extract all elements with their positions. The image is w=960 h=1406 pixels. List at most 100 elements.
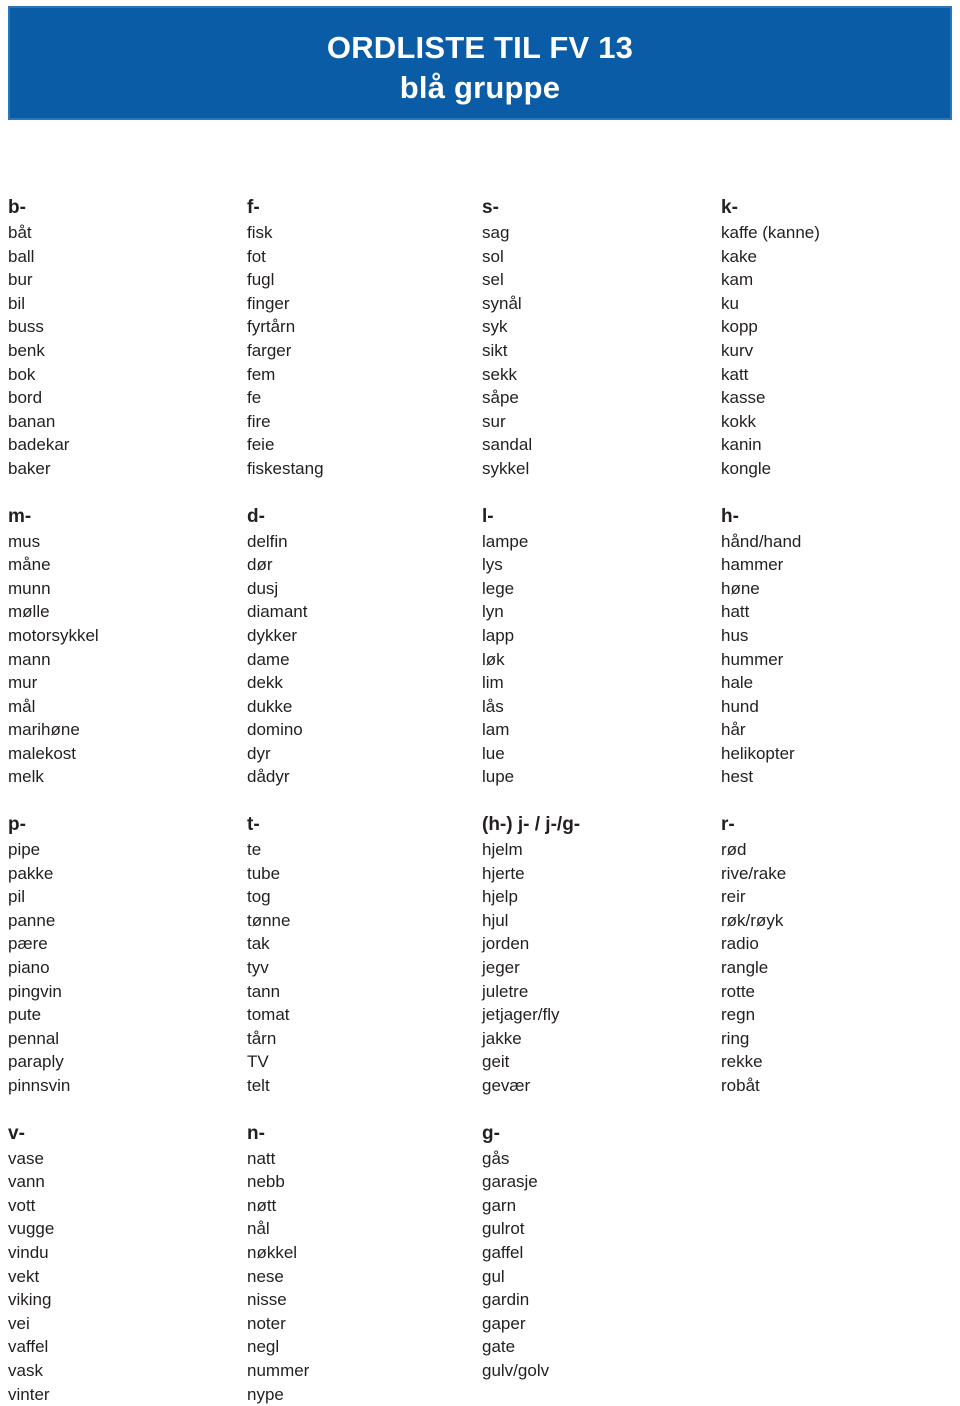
word-group-m: m-mus måne munn mølle motorsykkel mann mur mål m… xyxy=(0,505,235,790)
word-item: tog xyxy=(247,887,271,907)
word-item: nebb xyxy=(247,1172,285,1192)
word-item: fyrtårn xyxy=(247,317,296,337)
word-item: geit xyxy=(482,1052,510,1072)
word-item: natt xyxy=(247,1148,276,1168)
word-item: hest xyxy=(721,767,754,787)
word-item: kam xyxy=(721,270,754,290)
word-item: kanin xyxy=(721,435,762,455)
word-item: vott xyxy=(8,1195,36,1215)
word-item: kurv xyxy=(721,340,754,360)
word-item: garasje xyxy=(482,1172,538,1192)
word-item: fisk xyxy=(247,223,273,242)
word-item: delfin xyxy=(247,531,288,551)
word-item: ball xyxy=(8,246,35,266)
word-item: rød xyxy=(721,840,747,860)
word-item: sikt xyxy=(482,340,508,360)
word-item: ku xyxy=(721,293,739,313)
word-item: baker xyxy=(8,458,51,478)
word-item: malekost xyxy=(8,743,77,763)
word-item: mus xyxy=(8,531,41,551)
word-item: gul xyxy=(482,1266,505,1286)
word-item: tårn xyxy=(247,1028,277,1048)
word-item: tann xyxy=(247,981,281,1001)
word-item: paraply xyxy=(8,1052,64,1072)
word-item: vei xyxy=(8,1313,30,1333)
word-item: pingvin xyxy=(8,981,62,1001)
word-item: TV xyxy=(247,1052,269,1072)
word-item: dykker xyxy=(247,625,298,645)
word-item: tube xyxy=(247,863,281,883)
word-item: dekk xyxy=(247,673,283,693)
word-item: tønne xyxy=(247,910,291,930)
word-item: pil xyxy=(8,887,26,907)
word-group-f: f-fisk fot fugl finger fyrtårn farger fem fe fir… xyxy=(235,196,470,481)
word-group-header: n- xyxy=(247,1122,265,1144)
word-group-header: p- xyxy=(8,814,26,836)
word-group-header: g- xyxy=(482,1122,500,1144)
word-item: viking xyxy=(8,1290,52,1310)
word-group-header: d- xyxy=(247,505,265,527)
word-item: sol xyxy=(482,246,504,266)
word-item: vekt xyxy=(8,1266,40,1286)
word-item: vaffel xyxy=(8,1337,49,1357)
word-item: kaffe (kanne) xyxy=(721,223,820,242)
word-item: sag xyxy=(482,223,510,242)
word-item: mølle xyxy=(8,602,50,622)
word-group-header: m- xyxy=(8,505,32,527)
word-item: rangle xyxy=(721,958,769,978)
word-item: telt xyxy=(247,1076,270,1095)
word-item: jorden xyxy=(482,934,530,954)
word-item: sykkel xyxy=(482,458,530,478)
word-item: diamant xyxy=(247,602,308,622)
word-item: nøkkel xyxy=(247,1242,298,1262)
word-group-r: r-rød rive/rake reir røk/røyk radio rangle rot… xyxy=(705,813,940,1098)
word-group-k: k-kaffe (kanne) kake kam ku kopp kurv katt kass… xyxy=(705,196,940,481)
word-item: nål xyxy=(247,1219,270,1239)
word-item: katt xyxy=(721,364,749,384)
word-group-v: v-vase vann vott vugge vindu vekt viking vei vaf… xyxy=(0,1122,235,1406)
word-item: fe xyxy=(247,388,262,408)
word-group-t: t-te tube tog tønne tak tyv tann tomat tårn TV tel… xyxy=(235,813,470,1098)
word-item: finger xyxy=(247,293,290,313)
word-item: te xyxy=(247,840,262,860)
word-item: vinter xyxy=(8,1384,50,1404)
word-group-header: h- xyxy=(721,505,739,527)
word-item: hjelm xyxy=(482,840,523,860)
word-item: syk xyxy=(482,317,508,337)
word-item: garn xyxy=(482,1195,517,1215)
word-item: vask xyxy=(8,1360,43,1380)
word-item: lam xyxy=(482,720,510,740)
word-group-row: p-pipe pakke pil panne pære piano pingvin pute p… xyxy=(0,813,960,1098)
word-item: gaper xyxy=(482,1313,526,1333)
word-item: fot xyxy=(247,246,266,266)
word-item: lupe xyxy=(482,767,515,787)
word-item: røk/røyk xyxy=(721,910,784,930)
word-item: såpe xyxy=(482,388,519,408)
word-group-header: r- xyxy=(721,814,735,836)
word-item: fiskestang xyxy=(247,458,324,478)
word-item: hånd/hand xyxy=(721,531,802,551)
word-item: vindu xyxy=(8,1242,49,1262)
word-group-header: t- xyxy=(247,814,260,836)
word-item: motorsykkel xyxy=(8,625,99,645)
word-item: pinnsvin xyxy=(8,1076,71,1095)
word-item: bord xyxy=(8,388,43,408)
word-item: lue xyxy=(482,743,505,763)
word-item: gaffel xyxy=(482,1242,524,1262)
word-item: jeger xyxy=(482,958,520,978)
word-item: hus xyxy=(721,625,749,645)
word-item: hund xyxy=(721,696,759,716)
word-item: dukke xyxy=(247,696,293,716)
word-item: reir xyxy=(721,887,746,907)
word-item: hammer xyxy=(721,555,784,575)
word-item: buss xyxy=(8,317,44,337)
word-item: vann xyxy=(8,1172,45,1192)
word-item: pakke xyxy=(8,863,54,883)
word-item: piano xyxy=(8,958,50,978)
word-item: banan xyxy=(8,411,56,431)
word-group-row: b-båt ball bur bil buss benk bok bord banan badek… xyxy=(0,196,960,481)
word-group-hjjg: (h-) j- / j-/g-hjelm hjerte hjelp hjul jorde… xyxy=(470,813,705,1098)
word-item: benk xyxy=(8,340,45,360)
word-group-header: f- xyxy=(247,197,260,218)
word-item: bil xyxy=(8,293,26,313)
